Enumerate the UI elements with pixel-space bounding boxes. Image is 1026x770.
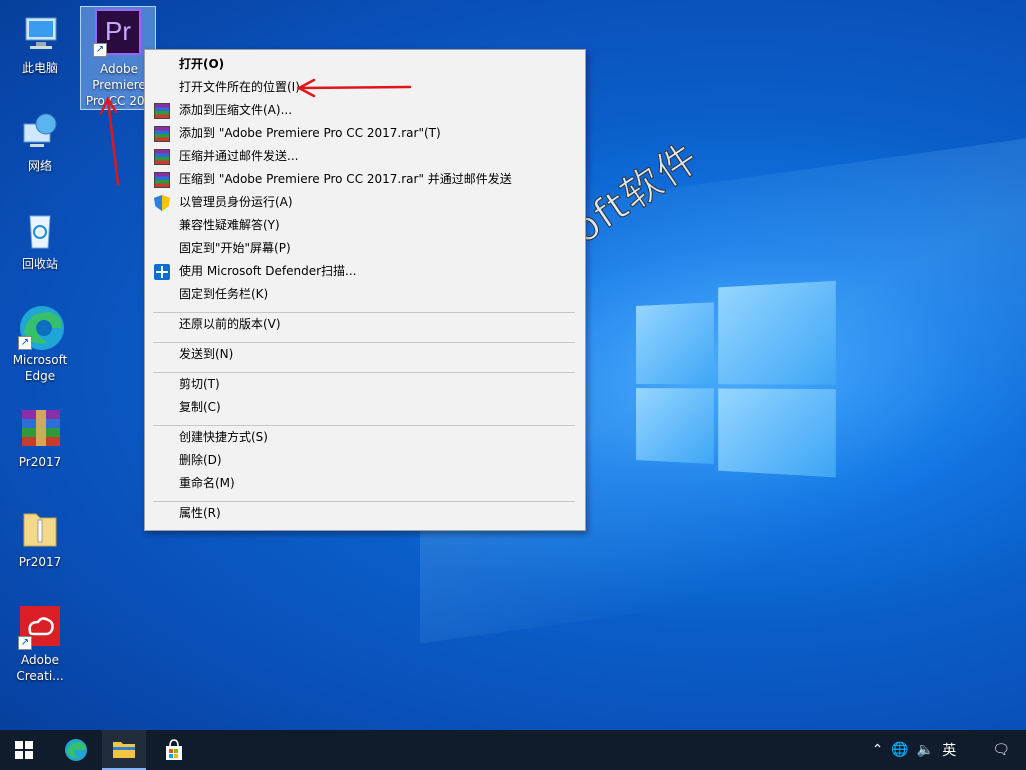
menu-item-restore-previous-versions[interactable]: 还原以前的版本(V) <box>145 313 585 336</box>
menu-item-open[interactable]: 打开(O) <box>145 53 585 76</box>
taskbar-store-button[interactable] <box>152 730 196 770</box>
desktop-icon-pr2017-zip[interactable]: Pr2017 <box>4 506 76 570</box>
menu-item-compress-to-rar-and-email[interactable]: 压缩到 "Adobe Premiere Pro CC 2017.rar" 并通过… <box>145 168 585 191</box>
menu-item-troubleshoot-compatibility[interactable]: 兼容性疑难解答(Y) <box>145 214 585 237</box>
desktop-icon-adobe-cc[interactable]: ↗ Adobe Creati... <box>4 604 76 684</box>
desktop-icon-recycle-bin[interactable]: 回收站 <box>4 208 76 272</box>
desktop-icon-label: 回收站 <box>21 257 58 271</box>
taskbar-edge-button[interactable] <box>54 730 98 770</box>
context-menu: 打开(O) 打开文件所在的位置(I) 添加到压缩文件(A)... 添加到 "Ad… <box>144 49 586 531</box>
windows-logo-wallpaper <box>636 280 838 478</box>
menu-item-add-to-rar[interactable]: 添加到 "Adobe Premiere Pro CC 2017.rar"(T) <box>145 122 585 145</box>
shortcut-arrow-icon: ↗ <box>93 43 107 57</box>
menu-item-rename[interactable]: 重命名(M) <box>145 472 585 495</box>
winrar-icon <box>154 172 170 188</box>
chevron-up-icon[interactable]: ⌃ <box>872 742 884 758</box>
menu-item-pin-to-taskbar[interactable]: 固定到任务栏(K) <box>145 283 585 306</box>
menu-item-delete[interactable]: 删除(D) <box>145 449 585 472</box>
system-tray: ⌃ 🌐 🔈 英 🗨 <box>868 730 1026 770</box>
edge-icon <box>65 739 87 761</box>
desktop-icon-pr2017-rar[interactable]: Pr2017 <box>4 406 76 470</box>
desktop-icon-label: Adobe Creati... <box>16 653 64 683</box>
menu-item-compress-and-email[interactable]: 压缩并通过邮件发送... <box>145 145 585 168</box>
arrow-to-premiere-icon <box>99 96 120 186</box>
notification-icon[interactable]: 🗨 <box>992 742 1010 758</box>
menu-item-create-shortcut[interactable]: 创建快捷方式(S) <box>145 426 585 449</box>
network-globe-icon[interactable]: 🌐 <box>891 742 908 758</box>
menu-item-pin-to-start[interactable]: 固定到"开始"屏幕(P) <box>145 237 585 260</box>
recycle-bin-icon <box>18 208 62 252</box>
menu-item-properties[interactable]: 属性(R) <box>145 502 585 525</box>
menu-item-cut[interactable]: 剪切(T) <box>145 373 585 396</box>
winrar-icon <box>154 103 170 119</box>
defender-icon <box>154 264 170 280</box>
computer-icon <box>18 12 62 56</box>
desktop-icon-label: Pr2017 <box>18 555 62 569</box>
edge-icon: ↗ <box>18 304 64 350</box>
uac-shield-icon <box>154 195 170 211</box>
network-icon <box>18 110 62 154</box>
menu-item-open-file-location[interactable]: 打开文件所在的位置(I) <box>145 76 585 99</box>
start-button[interactable] <box>2 730 46 770</box>
menu-item-run-as-admin[interactable]: 以管理员身份运行(A) <box>145 191 585 214</box>
menu-item-defender-scan[interactable]: 使用 Microsoft Defender扫描... <box>145 260 585 283</box>
menu-item-send-to[interactable]: 发送到(N) <box>145 343 585 366</box>
desktop-icon-network[interactable]: 网络 <box>4 110 76 174</box>
store-icon <box>166 739 182 760</box>
menu-item-add-to-archive[interactable]: 添加到压缩文件(A)... <box>145 99 585 122</box>
desktop-icon-label: Microsoft Edge <box>12 353 68 383</box>
zip-folder-icon <box>18 506 62 550</box>
desktop-icon-edge[interactable]: ↗ Microsoft Edge <box>4 304 76 384</box>
winrar-archive-icon <box>18 406 62 450</box>
desktop-icon-this-pc[interactable]: 此电脑 <box>4 12 76 76</box>
volume-icon[interactable]: 🔈 <box>917 742 934 758</box>
file-explorer-icon <box>113 742 135 758</box>
input-language-indicator[interactable]: 英 <box>942 740 956 760</box>
menu-item-copy[interactable]: 复制(C) <box>145 396 585 419</box>
winrar-icon <box>154 126 170 142</box>
taskbar: ⌃ 🌐 🔈 英 🗨 <box>0 730 1026 770</box>
start-icon <box>15 741 33 759</box>
taskbar-file-explorer-button[interactable] <box>102 730 146 770</box>
winrar-icon <box>154 149 170 165</box>
adobe-creative-cloud-icon: ↗ <box>18 604 62 650</box>
desktop-icon-label: 此电脑 <box>21 61 58 75</box>
desktop-icon-label: 网络 <box>27 159 52 173</box>
desktop-icon-label: Pr2017 <box>18 455 62 469</box>
